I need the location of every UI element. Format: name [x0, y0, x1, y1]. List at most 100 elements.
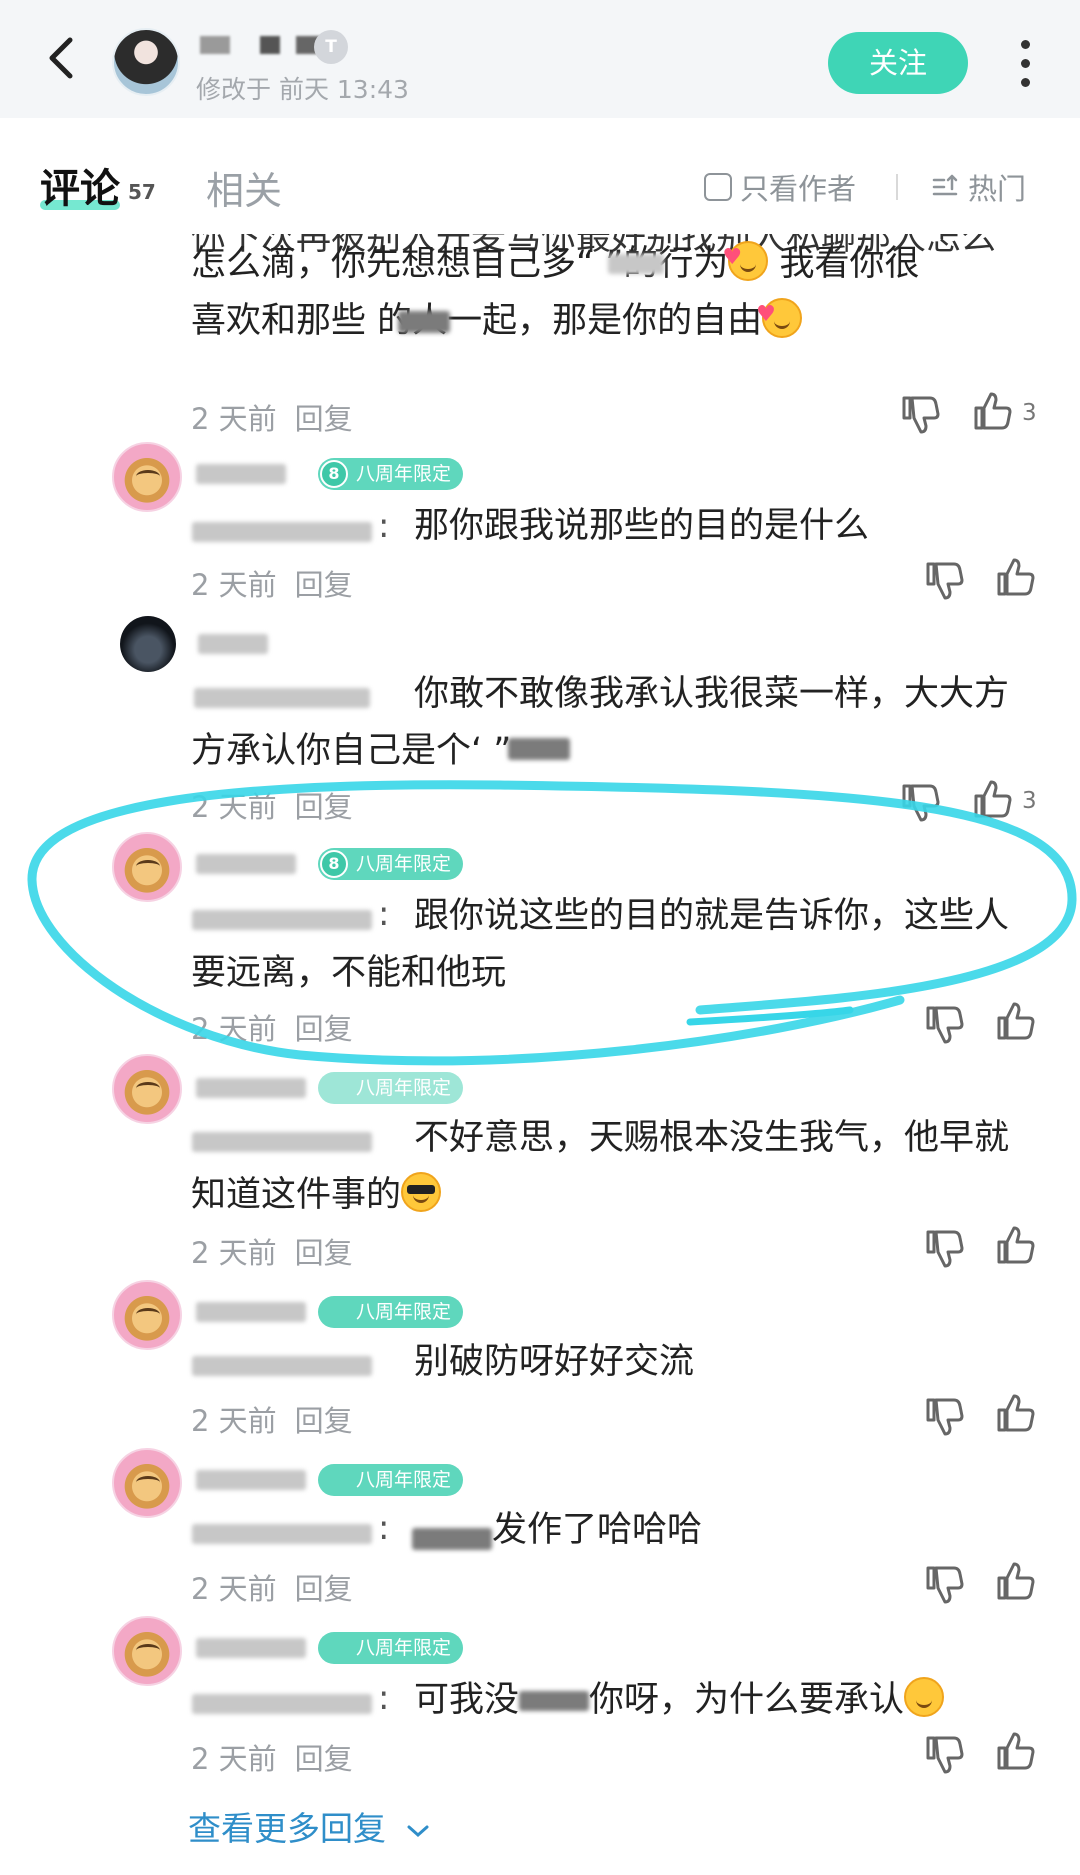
comment-meta: 2 天前 回复: [191, 784, 353, 826]
checkbox-icon[interactable]: [704, 173, 732, 201]
cool-emoji-icon: [401, 1172, 442, 1212]
comment-text: 可我没: [414, 1680, 520, 1720]
commenter-avatar[interactable]: [112, 1448, 182, 1518]
comment-text: 我看你很: [768, 244, 920, 284]
commenter-avatar[interactable]: [112, 1616, 182, 1686]
reply-button[interactable]: 回复: [295, 790, 353, 824]
commenter-avatar[interactable]: [120, 616, 176, 672]
comment-time: 2 天前: [191, 1572, 277, 1606]
comment-text-line: 怎么滴，你先想想自己多“ ”的行为 我看你很: [191, 229, 920, 293]
username-redacted: [196, 1302, 306, 1322]
more-dots-icon[interactable]: [1010, 40, 1040, 90]
thumb-down-icon[interactable]: [898, 392, 942, 436]
reply-button[interactable]: 回复: [295, 1742, 353, 1776]
thumb-down-icon[interactable]: [922, 558, 966, 602]
like-count: 3: [1022, 788, 1037, 814]
comment-text: 别破防呀好好交流: [414, 1342, 695, 1382]
thumb-down-icon[interactable]: [922, 1226, 966, 1270]
post-comments-screen: T 修改于 前天 13:43 关注 评论 57 相关 只看作者 热门 你下次再被…: [0, 0, 1080, 1875]
reply-target-redacted: [192, 1694, 372, 1714]
sort-hot-button[interactable]: 热门: [930, 166, 1026, 208]
thumb-up-icon[interactable]: [970, 778, 1014, 822]
sort-label: 热门: [968, 172, 1027, 206]
redacted-text: [398, 311, 450, 333]
username-redacted: [196, 464, 286, 484]
modified-time: 修改于 前天 13:43: [196, 75, 409, 104]
reply-target-redacted: [192, 910, 372, 930]
follow-button[interactable]: 关注: [828, 32, 968, 94]
reply-target-redacted: [192, 1356, 372, 1376]
reply-button[interactable]: 回复: [295, 1012, 353, 1046]
comment-tabs: 评论 57 相关 只看作者 热门: [0, 118, 1080, 236]
level-badge: T: [314, 30, 348, 64]
commenter-avatar[interactable]: [112, 442, 182, 512]
chevron-down-icon: [407, 1825, 428, 1837]
redacted-text: [412, 1528, 492, 1550]
comment-time: 2 天前: [191, 568, 277, 602]
thumb-up-icon[interactable]: [993, 1560, 1037, 1604]
comment-time: 2 天前: [191, 790, 277, 824]
top-bar: T 修改于 前天 13:43 关注: [0, 0, 1080, 118]
reply-button[interactable]: 回复: [295, 1236, 353, 1270]
anniversary-badge: 八周年限定: [318, 1296, 464, 1328]
see-more-label: 查看更多回复: [188, 1809, 386, 1848]
thumb-up-icon[interactable]: [993, 1730, 1037, 1774]
badge-label: 八周年限定: [356, 853, 452, 875]
heart-eyes-emoji-icon: [722, 229, 769, 286]
redacted-text: [508, 738, 570, 760]
comment-meta: 2 天前 回复: [191, 1230, 353, 1272]
anniversary-badge: 八周年限定: [318, 1632, 464, 1664]
thumb-up-icon[interactable]: [993, 556, 1037, 600]
comments-count: 57: [128, 180, 156, 204]
thumb-up-icon[interactable]: [993, 1000, 1037, 1044]
comment-meta: 2 天前 回复: [191, 1736, 353, 1778]
username-redacted: [196, 1470, 306, 1490]
thumb-up-icon[interactable]: [970, 390, 1014, 434]
colon: :: [378, 1508, 390, 1548]
thumb-down-icon[interactable]: [922, 1002, 966, 1046]
author-avatar[interactable]: [112, 28, 180, 96]
badge-number: 8: [320, 850, 348, 878]
thumb-up-icon[interactable]: [993, 1392, 1037, 1436]
thumb-down-icon[interactable]: [898, 780, 942, 824]
reply-target-redacted: [192, 1132, 372, 1152]
username-redacted: [198, 634, 268, 654]
thumb-down-icon[interactable]: [922, 1394, 966, 1438]
comment-time: 2 天前: [191, 402, 277, 436]
comment-time: 2 天前: [191, 1404, 277, 1438]
comment-text: 跟你说这些的目的就是告诉你，这些人: [414, 896, 1010, 936]
colon: :: [378, 1678, 390, 1718]
see-more-replies-button[interactable]: 查看更多回复: [188, 1802, 431, 1850]
commenter-avatar[interactable]: [112, 1280, 182, 1350]
tab-comments[interactable]: 评论: [40, 156, 120, 214]
badge-label: 八周年限定: [356, 463, 452, 485]
comment-text: 发作了哈哈哈: [492, 1510, 703, 1550]
comment-text: 你敢不敢像我承认我很菜一样，大大方: [414, 674, 1010, 714]
anniversary-badge: 八周年限定: [318, 1072, 464, 1104]
like-count: 3: [1022, 400, 1037, 426]
anniversary-badge: 8 八周年限定: [318, 848, 464, 880]
reply-button[interactable]: 回复: [295, 568, 353, 602]
author-only-toggle[interactable]: 只看作者: [704, 166, 856, 208]
back-arrow-icon[interactable]: [36, 30, 92, 86]
username-redacted: [196, 1638, 306, 1658]
thumb-down-icon[interactable]: [922, 1562, 966, 1606]
tab-related[interactable]: 相关: [206, 160, 282, 215]
reply-button[interactable]: 回复: [295, 402, 353, 436]
comment-text: 喜欢和那些 的人一起，那是你的自由: [191, 301, 763, 341]
commenter-avatar[interactable]: [112, 832, 182, 902]
reply-button[interactable]: 回复: [295, 1572, 353, 1606]
username-redacted: [196, 1078, 306, 1098]
colon: :: [378, 894, 390, 934]
comment-time: 2 天前: [191, 1742, 277, 1776]
badge-number: 8: [320, 460, 348, 488]
reply-button[interactable]: 回复: [295, 1404, 353, 1438]
thumb-down-icon[interactable]: [922, 1732, 966, 1776]
commenter-avatar[interactable]: [112, 1054, 182, 1124]
redacted-text: [608, 254, 664, 274]
redacted-text: [519, 1691, 590, 1711]
reply-target-redacted: [192, 1524, 372, 1544]
thumb-up-icon[interactable]: [993, 1224, 1037, 1268]
comment-time: 2 天前: [191, 1236, 277, 1270]
sort-hot-icon: [932, 174, 958, 196]
